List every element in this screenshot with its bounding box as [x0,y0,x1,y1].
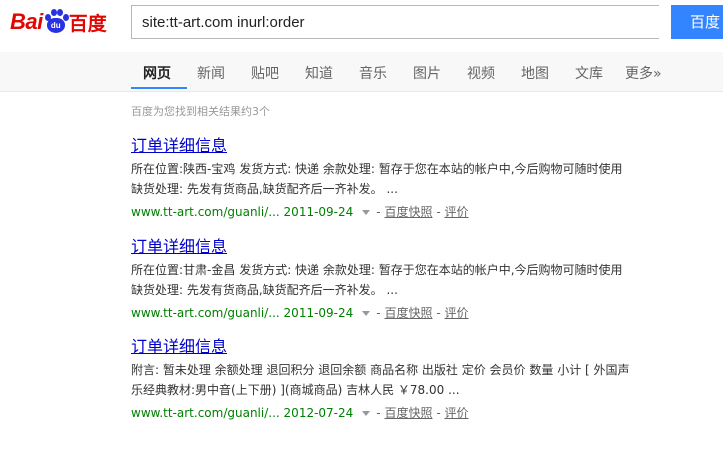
meta-separator: - [376,406,381,420]
logo-latin: Bai [10,9,43,34]
tab-news[interactable]: 新闻 [197,63,225,83]
tab-map[interactable]: 地图 [521,63,549,83]
tab-images[interactable]: 图片 [413,63,441,83]
result-title-link[interactable]: 订单详细信息 [131,337,227,356]
active-tab-indicator [131,87,187,89]
result-title-link[interactable]: 订单详细信息 [131,136,227,155]
result-abstract: 所在位置:甘肃-金昌 发货方式: 快递 余款处理: 暂存于您在本站的帐户中,今后… [131,260,723,300]
header: Bai du 百度 百度 [0,0,723,52]
review-link[interactable]: 评价 [444,406,468,420]
snapshot-link[interactable]: 百度快照 [384,306,432,320]
snapshot-link[interactable]: 百度快照 [384,205,432,219]
logo-paw-text: du [46,18,65,33]
meta-separator: - [376,306,381,320]
result-date: 2011-09-24 [283,205,354,219]
search-input[interactable] [131,5,659,39]
tab-zhidao[interactable]: 知道 [305,63,333,83]
search-result: 订单详细信息 附言: 暂未处理 余额处理 退回积分 退回余额 商品名称 出版社 … [131,337,723,423]
result-url: www.tt-art.com/guanli/... [131,205,280,219]
tab-video[interactable]: 视频 [467,63,495,83]
result-meta: www.tt-art.com/guanli/... 2011-09-24 - 百度… [131,202,723,222]
baidu-logo[interactable]: Bai du 百度 [10,6,107,38]
tab-music[interactable]: 音乐 [359,63,387,83]
result-url: www.tt-art.com/guanli/... [131,306,280,320]
snapshot-link[interactable]: 百度快照 [384,406,432,420]
result-count: 百度为您找到相关结果约3个 [131,105,270,118]
search-result: 订单详细信息 所在位置:陕西-宝鸡 发货方式: 快递 余款处理: 暂存于您在本站… [131,136,723,222]
search-button[interactable]: 百度 [671,5,723,39]
logo-chinese: 百度 [68,12,107,35]
result-abstract-line: 缺货处理: 先发有货商品,缺货配齐后一齐补发。 ... [131,283,398,297]
meta-separator: - [436,205,441,219]
tab-bar: 网页 新闻 贴吧 知道 音乐 图片 视频 地图 文库 更多» [0,52,723,92]
tab-more[interactable]: 更多» [625,63,662,83]
caret-down-icon[interactable] [362,210,371,215]
paw-icon: du [44,9,69,35]
result-abstract-line: 缺货处理: 先发有货商品,缺货配齐后一齐补发。 ... [131,182,398,196]
result-abstract-line: 所在位置:陕西-宝鸡 发货方式: 快递 余款处理: 暂存于您在本站的帐户中,今后… [131,162,623,176]
tab-wenku[interactable]: 文库 [575,63,603,83]
result-date: 2011-09-24 [283,306,354,320]
review-link[interactable]: 评价 [444,205,468,219]
result-abstract: 附言: 暂未处理 余额处理 退回积分 退回余额 商品名称 出版社 定价 会员价 … [131,360,723,400]
review-link[interactable]: 评价 [444,306,468,320]
result-meta: www.tt-art.com/guanli/... 2011-09-24 - 百度… [131,303,723,323]
result-abstract-line: 乐经典教材:男中音(上下册) ](商城商品) 吉林人民 ￥78.00 ... [131,383,460,397]
result-url: www.tt-art.com/guanli/... [131,406,280,420]
tab-web[interactable]: 网页 [143,63,171,83]
tab-tieba[interactable]: 贴吧 [251,63,279,83]
search-result: 订单详细信息 所在位置:甘肃-金昌 发货方式: 快递 余款处理: 暂存于您在本站… [131,237,723,323]
result-abstract-line: 所在位置:甘肃-金昌 发货方式: 快递 余款处理: 暂存于您在本站的帐户中,今后… [131,263,623,277]
meta-separator: - [436,406,441,420]
meta-separator: - [376,205,381,219]
result-meta: www.tt-art.com/guanli/... 2012-07-24 - 百度… [131,403,723,423]
caret-down-icon[interactable] [362,311,371,316]
meta-separator: - [436,306,441,320]
result-abstract: 所在位置:陕西-宝鸡 发货方式: 快递 余款处理: 暂存于您在本站的帐户中,今后… [131,159,723,199]
caret-down-icon[interactable] [362,411,371,416]
result-date: 2012-07-24 [283,406,354,420]
result-abstract-line: 附言: 暂未处理 余额处理 退回积分 退回余额 商品名称 出版社 定价 会员价 … [131,363,630,377]
result-title-link[interactable]: 订单详细信息 [131,237,227,256]
